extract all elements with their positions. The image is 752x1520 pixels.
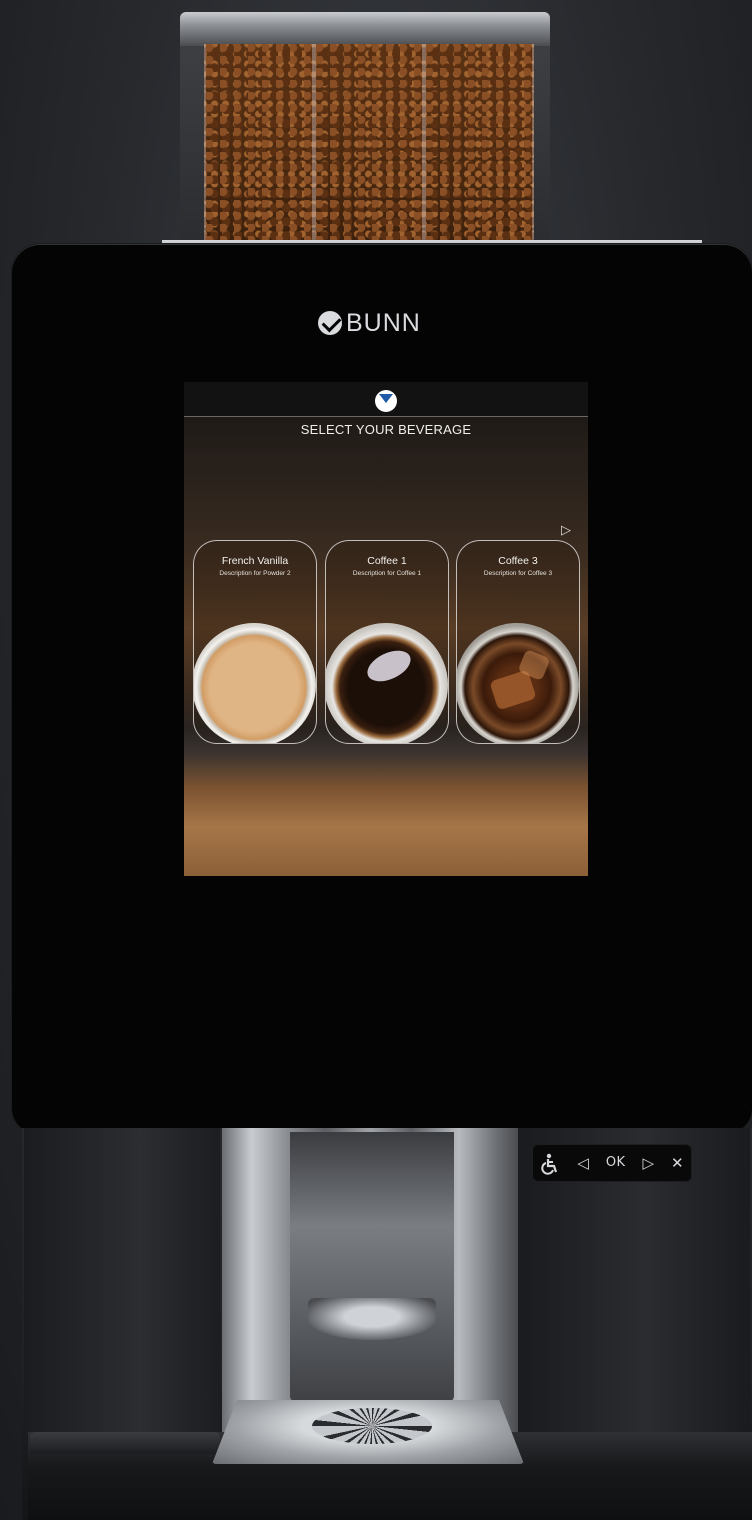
- beverage-card-coffee-3[interactable]: Coffee 3 Description for Coffee 3: [456, 540, 580, 744]
- page-title: SELECT YOUR BEVERAGE: [300, 422, 472, 437]
- bean-chamber: [204, 44, 314, 250]
- next-page-icon[interactable]: ▷: [561, 523, 575, 537]
- touch-screen: SELECT YOUR BEVERAGE ▷ French Vanilla De…: [184, 382, 588, 876]
- brand-name: BUNN: [346, 308, 421, 337]
- bean-chamber: [314, 44, 424, 250]
- screen-header: [184, 382, 588, 417]
- beverage-card-coffee-1[interactable]: Coffee 1 Description for Coffee 1: [325, 540, 449, 744]
- left-side-panel: [24, 1128, 220, 1432]
- ok-button[interactable]: OK: [606, 1144, 626, 1182]
- base-ledge: [30, 1432, 220, 1454]
- beverage-description: Description for Coffee 3: [483, 570, 553, 577]
- beverage-description: Description for Coffee 1: [352, 570, 422, 577]
- beverage-card-french-vanilla[interactable]: French Vanilla Description for Powder 2: [193, 540, 317, 744]
- drip-grate: [312, 1408, 432, 1444]
- bean-chamber: [424, 44, 534, 250]
- next-button[interactable]: ▷: [642, 1144, 654, 1182]
- close-button[interactable]: ✕: [671, 1144, 684, 1182]
- latte-cup-image: [194, 623, 316, 743]
- beverage-name: French Vanilla: [221, 555, 289, 567]
- bean-hopper: [162, 12, 702, 258]
- cup-rest: [308, 1298, 436, 1340]
- dispense-nozzle-area: [290, 1132, 454, 1402]
- accessibility-keypad: ◁ OK ▷ ✕: [532, 1144, 692, 1182]
- iced-coffee-cup-image: [457, 623, 579, 743]
- beverage-description: Description for Powder 2: [219, 570, 291, 577]
- bunn-logo-icon[interactable]: [375, 390, 397, 412]
- wheelchair-icon[interactable]: [540, 1144, 560, 1182]
- previous-button[interactable]: ◁: [577, 1144, 589, 1182]
- black-coffee-cup-image: [326, 623, 448, 743]
- beverage-name: Coffee 1: [367, 555, 407, 567]
- beverage-name: Coffee 3: [498, 555, 538, 567]
- brand-logo: BUNN: [318, 308, 421, 338]
- bunn-logo-icon: [318, 311, 342, 335]
- hopper-lid: [180, 12, 550, 46]
- wheelchair-icon-graphic: [541, 1153, 558, 1175]
